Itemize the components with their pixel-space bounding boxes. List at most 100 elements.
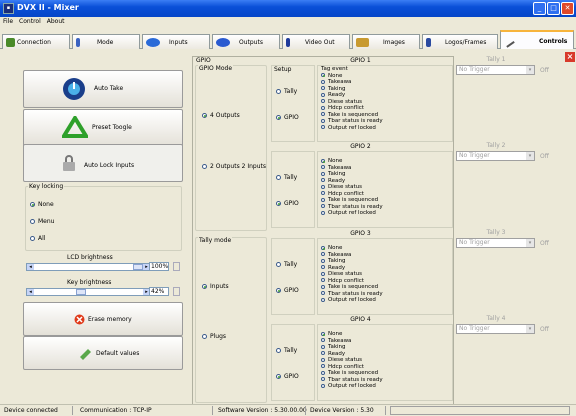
tag-event-radio[interactable]: Output ref locked: [321, 125, 452, 132]
tally-off-label: Off: [540, 326, 549, 333]
lcd-brightness-slider[interactable]: ◂ ▸: [26, 263, 151, 271]
outputs-icon: [216, 38, 230, 47]
erase-memory-button[interactable]: Erase memory: [23, 302, 183, 336]
tag-event-radio[interactable]: Output ref locked: [321, 210, 452, 217]
tally-off-label: Off: [540, 153, 549, 160]
maximize-icon[interactable]: □: [547, 2, 560, 15]
tab-video-out[interactable]: Video Out: [282, 34, 350, 49]
tally-inputs-radio[interactable]: Inputs: [202, 283, 229, 290]
status-software-version: Software Version : 5.30.00.00: [218, 407, 307, 414]
setup-tally-radio[interactable]: Tally: [276, 88, 297, 95]
setup-tally-radio[interactable]: Tally: [276, 174, 297, 181]
preset-toogle-button[interactable]: Preset Toogle: [23, 109, 183, 147]
lcd-brightness-label: LCD brightness: [67, 254, 113, 261]
tally-plugs-radio[interactable]: Plugs: [202, 333, 226, 340]
lock-icon: [63, 155, 75, 171]
setup-gpio-radio[interactable]: GPIO: [276, 114, 299, 121]
menu-bar: File Control About: [0, 17, 576, 27]
minimize-icon[interactable]: _: [533, 2, 546, 15]
key-brightness-slider[interactable]: ◂ ▸: [26, 288, 151, 296]
chevron-down-icon: ▾: [526, 152, 534, 160]
key-all-radio[interactable]: All: [30, 235, 45, 242]
tally-label: Tally 3: [486, 229, 506, 236]
tally-trigger-select[interactable]: No Trigger ▾: [456, 324, 535, 334]
recycle-icon: [62, 116, 88, 138]
app-icon: ▪: [3, 3, 14, 14]
gpio-label: GPIO: [196, 57, 211, 64]
connection-icon: [6, 38, 15, 47]
lcd-brightness-input[interactable]: 100%: [149, 262, 169, 271]
mode-icon: [76, 38, 80, 47]
setup-tally-radio[interactable]: Tally: [276, 261, 297, 268]
tab-outputs[interactable]: Outputs: [212, 34, 280, 49]
setup-group: Tally GPIO: [271, 238, 315, 315]
gpio-header: GPIO 4: [350, 316, 371, 323]
tally-block: Tally 1 No Trigger ▾ Off: [456, 56, 566, 142]
tag-event-radio[interactable]: Output ref locked: [321, 383, 452, 390]
chevron-down-icon: ▾: [526, 66, 534, 74]
tab-mode[interactable]: Mode: [72, 34, 140, 49]
tally-off-label: Off: [540, 67, 549, 74]
auto-take-icon: [63, 78, 85, 100]
tally-trigger-select[interactable]: No Trigger ▾: [456, 65, 535, 75]
gpio-panel: GPIO GPIO Mode 4 Outputs 2 Outputs 2 Inp…: [192, 56, 454, 406]
slider-left-icon: ◂: [27, 264, 34, 270]
controls-icon: [502, 35, 515, 48]
tab-connection[interactable]: Connection: [2, 34, 70, 49]
tab-controls[interactable]: Controls: [500, 30, 574, 49]
key-none-radio[interactable]: None: [30, 201, 54, 208]
default-values-button[interactable]: Default values: [23, 336, 183, 370]
tally-block: Tally 3 No Trigger ▾ Off: [456, 229, 566, 315]
menu-file[interactable]: File: [0, 17, 16, 26]
slider-thumb: [133, 264, 143, 270]
logos-frames-icon: [426, 38, 431, 47]
tally-label: Tally 4: [486, 315, 506, 322]
setup-gpio-radio[interactable]: GPIO: [276, 373, 299, 380]
tab-images[interactable]: Images: [352, 34, 420, 49]
tally-label: Tally 1: [486, 56, 506, 63]
lcd-spin-icon[interactable]: [173, 262, 180, 271]
tab-inputs[interactable]: Inputs: [142, 34, 210, 49]
tag-event-group: Tag event None Takeawa Taking Ready Diese sta…: [317, 65, 453, 142]
erase-icon: [74, 314, 85, 325]
auto-lock-inputs-button[interactable]: Auto Lock Inputs: [23, 144, 183, 182]
progress-bar: [390, 406, 570, 415]
tally-trigger-select[interactable]: No Trigger ▾: [456, 238, 535, 248]
status-communication: Communication : TCP-IP: [80, 407, 152, 414]
mode-2-outputs-2-inputs-radio[interactable]: 2 Outputs 2 Inputs: [202, 163, 266, 170]
setup-tally-radio[interactable]: Tally: [276, 347, 297, 354]
status-bar: Device connected Communication : TCP-IP …: [0, 404, 576, 416]
auto-take-button[interactable]: Auto Take: [23, 70, 183, 108]
tag-event-radio[interactable]: Output ref locked: [321, 297, 452, 304]
tally-trigger-select[interactable]: No Trigger ▾: [456, 151, 535, 161]
setup-group: Tally GPIO: [271, 151, 315, 228]
key-spin-icon[interactable]: [173, 287, 180, 296]
close-window-icon[interactable]: ✕: [561, 2, 574, 15]
setup-group: Tally GPIO: [271, 324, 315, 401]
setup-gpio-radio[interactable]: GPIO: [276, 200, 299, 207]
tag-event-group: None Takeawa Taking Ready Diese status Hdcp c…: [317, 324, 453, 401]
mode-4-outputs-radio[interactable]: 4 Outputs: [202, 112, 240, 119]
tally-label: Tally 2: [486, 142, 506, 149]
chevron-down-icon: ▾: [526, 239, 534, 247]
setup-label: Setup: [274, 66, 292, 73]
window-title: DVX II - Mixer: [17, 3, 79, 12]
setup-gpio-radio[interactable]: GPIO: [276, 287, 299, 294]
close-tab-icon[interactable]: ×: [565, 52, 575, 62]
gpio-header: GPIO 3: [350, 230, 371, 237]
tag-event-group: None Takeawa Taking Ready Diese status Hdcp c…: [317, 151, 453, 228]
menu-control[interactable]: Control: [16, 17, 44, 26]
key-brightness-input[interactable]: 42%: [149, 287, 169, 296]
key-locking-group: Key locking None Menu All: [25, 183, 182, 251]
setup-group: Setup Tally GPIO: [271, 65, 315, 142]
menu-about[interactable]: About: [44, 17, 68, 26]
gpio-header: GPIO 2: [350, 143, 371, 150]
tag-event-group: None Takeawa Taking Ready Diese status Hdcp c…: [317, 238, 453, 315]
tally-off-label: Off: [540, 240, 549, 247]
inputs-icon: [146, 38, 160, 47]
slider-thumb: [75, 289, 86, 295]
eraser-icon: [80, 349, 91, 360]
status-device: Device connected: [4, 407, 58, 414]
key-menu-radio[interactable]: Menu: [30, 218, 54, 225]
tab-logos-frames[interactable]: Logos/Frames: [422, 34, 498, 49]
